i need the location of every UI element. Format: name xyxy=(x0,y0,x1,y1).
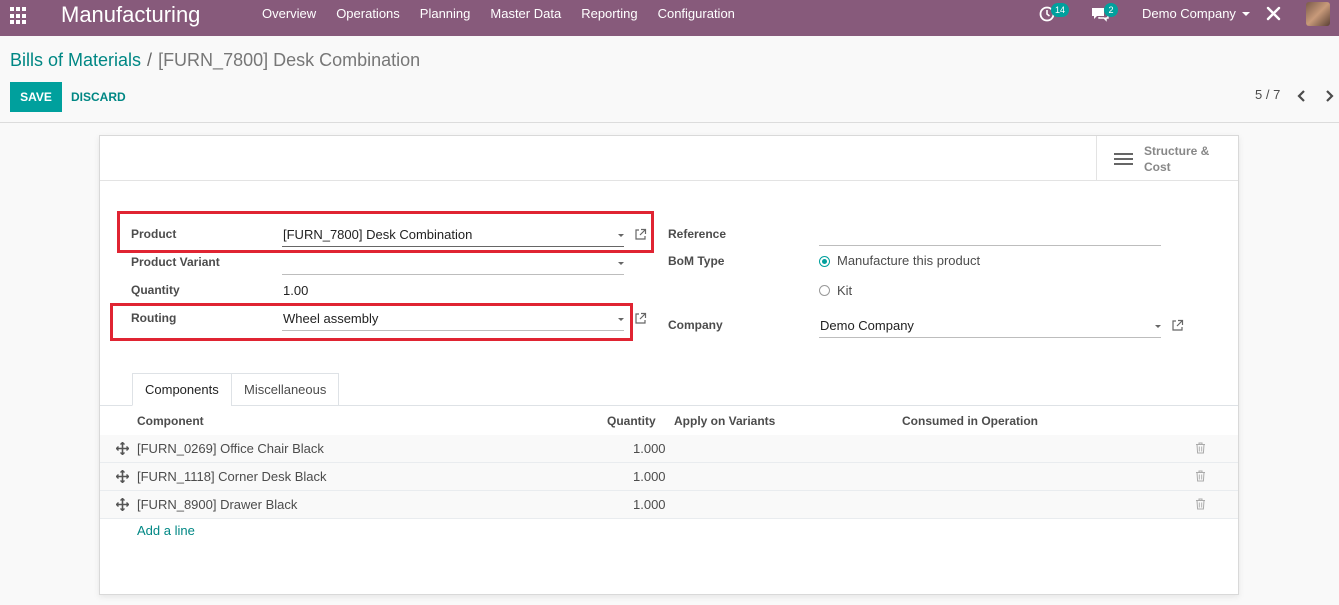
reference-field-underline xyxy=(819,245,1161,246)
company-switcher-label: Demo Company xyxy=(1142,6,1236,21)
row-component: [FURN_0269] Office Chair Black xyxy=(137,441,324,456)
menu-master-data[interactable]: Master Data xyxy=(490,0,561,36)
main-menu: Overview Operations Planning Master Data… xyxy=(262,0,755,36)
messages-badge: 2 xyxy=(1104,3,1118,17)
activity-badge: 14 xyxy=(1051,3,1070,17)
routing-field-underline xyxy=(282,330,624,331)
trash-icon[interactable] xyxy=(1195,470,1206,482)
product-field[interactable]: [FURN_7800] Desk Combination xyxy=(283,227,472,242)
product-variant-label: Product Variant xyxy=(131,255,220,269)
row-quantity: 1.000 xyxy=(633,497,666,512)
table-row[interactable]: [FURN_8900] Drawer Black 1.000 xyxy=(100,491,1238,519)
bom-type-manufacture-radio[interactable] xyxy=(819,256,830,267)
routing-field[interactable]: Wheel assembly xyxy=(283,311,378,326)
column-consumed-in-operation[interactable]: Consumed in Operation xyxy=(902,414,1038,428)
product-variant-underline xyxy=(282,274,624,275)
breadcrumb-separator: / xyxy=(147,50,153,70)
drag-handle-icon[interactable] xyxy=(116,470,129,483)
menu-planning[interactable]: Planning xyxy=(420,0,471,36)
product-dropdown-caret-icon[interactable] xyxy=(618,234,624,237)
structure-cost-button[interactable]: Structure & Cost xyxy=(1096,136,1239,180)
chevron-right-icon[interactable] xyxy=(1322,88,1336,104)
debug-tools-icon[interactable] xyxy=(1264,4,1284,24)
quantity-label: Quantity xyxy=(131,283,180,297)
row-quantity: 1.000 xyxy=(633,469,666,484)
app-name: Manufacturing xyxy=(61,2,201,27)
drag-handle-icon[interactable] xyxy=(116,498,129,511)
breadcrumb: Bills of Materials / [FURN_7800] Desk Comb… xyxy=(10,48,420,72)
external-link-icon[interactable] xyxy=(634,312,647,325)
column-quantity[interactable]: Quantity xyxy=(607,414,656,428)
bars-icon xyxy=(1114,153,1133,167)
structure-cost-label-line2: Cost xyxy=(1144,160,1171,174)
bom-type-kit-radio[interactable] xyxy=(819,285,830,296)
bom-type-manufacture-label[interactable]: Manufacture this product xyxy=(837,253,980,268)
save-button[interactable]: SAVE xyxy=(10,82,62,112)
menu-configuration[interactable]: Configuration xyxy=(658,0,735,36)
structure-cost-label-line1: Structure & xyxy=(1144,144,1210,158)
menu-overview[interactable]: Overview xyxy=(262,0,316,36)
bom-type-kit-label[interactable]: Kit xyxy=(837,283,852,298)
components-table-header: Component Quantity Apply on Variants Con… xyxy=(100,406,1238,436)
discard-button[interactable]: DISCARD xyxy=(71,82,126,112)
user-avatar[interactable] xyxy=(1306,2,1330,26)
company-switcher[interactable]: Demo Company xyxy=(1142,0,1250,28)
tab-miscellaneous[interactable]: Miscellaneous xyxy=(231,373,340,406)
routing-dropdown-caret-icon[interactable] xyxy=(618,318,624,321)
column-component[interactable]: Component xyxy=(137,414,204,428)
external-link-icon[interactable] xyxy=(634,228,647,241)
apps-grid-icon[interactable] xyxy=(10,7,28,25)
tab-components[interactable]: Components xyxy=(132,373,232,406)
breadcrumb-current-record: [FURN_7800] Desk Combination xyxy=(158,50,421,70)
company-field[interactable]: Demo Company xyxy=(820,318,914,333)
table-row[interactable]: [FURN_0269] Office Chair Black 1.000 xyxy=(100,435,1238,463)
reference-label: Reference xyxy=(668,227,727,241)
bom-type-label: BoM Type xyxy=(668,254,725,268)
product-variant-dropdown-caret-icon[interactable] xyxy=(618,262,624,265)
chevron-down-icon xyxy=(1241,12,1250,16)
menu-operations[interactable]: Operations xyxy=(336,0,400,36)
breadcrumb-bills-of-materials[interactable]: Bills of Materials xyxy=(10,50,141,70)
top-navbar: Manufacturing Overview Operations Planni… xyxy=(0,0,1339,36)
add-a-line-link[interactable]: Add a line xyxy=(137,523,195,538)
company-label: Company xyxy=(668,318,723,332)
company-dropdown-caret-icon[interactable] xyxy=(1155,325,1161,328)
drag-handle-icon[interactable] xyxy=(116,442,129,455)
menu-reporting[interactable]: Reporting xyxy=(581,0,637,36)
product-label: Product xyxy=(131,227,177,241)
row-component: [FURN_8900] Drawer Black xyxy=(137,497,298,512)
form-sheet: Structure & Cost Product [FURN_7800] Des… xyxy=(99,135,1239,595)
button-box-divider xyxy=(100,180,1238,181)
column-apply-on-variants[interactable]: Apply on Variants xyxy=(674,414,775,428)
table-row[interactable]: [FURN_1118] Corner Desk Black 1.000 xyxy=(100,463,1238,491)
product-field-underline xyxy=(282,246,624,247)
structure-cost-label: Structure & Cost xyxy=(1144,143,1209,175)
trash-icon[interactable] xyxy=(1195,498,1206,510)
company-field-underline xyxy=(819,337,1161,338)
quantity-field[interactable]: 1.00 xyxy=(283,283,308,298)
pager-value[interactable]: 5 / 7 xyxy=(1255,87,1280,102)
trash-icon[interactable] xyxy=(1195,442,1206,454)
control-panel-divider xyxy=(0,122,1339,123)
routing-label: Routing xyxy=(131,311,177,325)
row-component: [FURN_1118] Corner Desk Black xyxy=(137,469,327,484)
row-quantity: 1.000 xyxy=(633,441,666,456)
chevron-left-icon[interactable] xyxy=(1295,88,1309,104)
external-link-icon[interactable] xyxy=(1171,319,1184,332)
